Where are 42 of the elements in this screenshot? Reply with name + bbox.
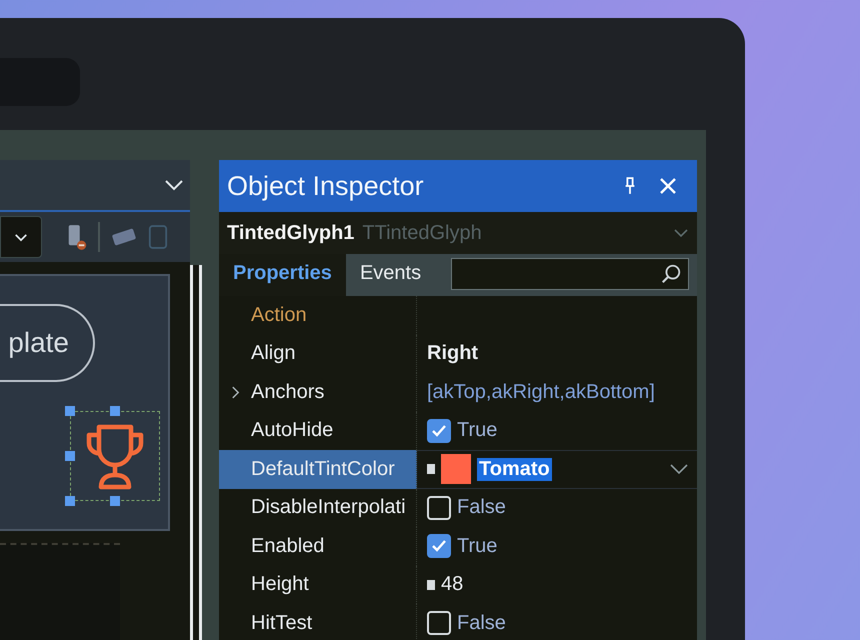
device-icon[interactable] [66, 223, 88, 251]
splitter[interactable] [190, 265, 202, 640]
search-field[interactable] [451, 258, 689, 290]
pin-icon[interactable] [623, 176, 637, 196]
property-name[interactable]: Height [251, 573, 309, 596]
property-name[interactable]: AutoHide [251, 419, 334, 442]
component-type: TTintedGlyph [362, 222, 483, 244]
chevron-down-icon[interactable] [669, 463, 689, 476]
panel-title: Object Inspector [227, 170, 425, 202]
tab[interactable]: Events [346, 254, 436, 296]
resize-handle[interactable] [65, 496, 75, 506]
checkbox[interactable] [427, 534, 451, 558]
property-value[interactable]: [akTop,akRight,akBottom] [427, 380, 655, 404]
close-icon[interactable] [659, 177, 677, 195]
chevron-down-icon [673, 228, 689, 238]
tab[interactable]: Properties [219, 254, 346, 296]
search-icon [660, 263, 682, 285]
property-name[interactable]: Anchors [251, 380, 324, 404]
property-name[interactable]: HitTest [251, 612, 312, 635]
property-name[interactable]: Align [251, 342, 296, 366]
property-value[interactable]: 48 [441, 573, 464, 596]
component-name: TintedGlyph1 [227, 222, 354, 244]
property-name[interactable]: Enabled [251, 534, 324, 558]
property-value[interactable]: Tomato [477, 458, 552, 481]
property-value: True [457, 419, 498, 442]
property-value: True [457, 534, 498, 558]
property-name[interactable]: Action [251, 304, 307, 327]
small-square-icon [427, 580, 435, 590]
checkbox[interactable] [427, 418, 451, 443]
resize-handle[interactable] [110, 496, 120, 506]
small-square-icon [427, 464, 435, 474]
property-value[interactable]: Right [427, 342, 478, 366]
resize-handle[interactable] [65, 451, 75, 461]
component-selector[interactable]: TintedGlyph1 TTintedGlyph [219, 212, 697, 254]
property-value: False [457, 612, 506, 635]
template-button[interactable]: plate [0, 304, 95, 382]
resize-handle[interactable] [65, 406, 75, 416]
chevron-down-icon [14, 232, 28, 242]
resize-handle[interactable] [110, 406, 120, 416]
property-name[interactable]: DisableInterpolati [251, 496, 406, 520]
expand-chevron-icon[interactable] [231, 384, 240, 400]
property-value: False [457, 496, 506, 520]
